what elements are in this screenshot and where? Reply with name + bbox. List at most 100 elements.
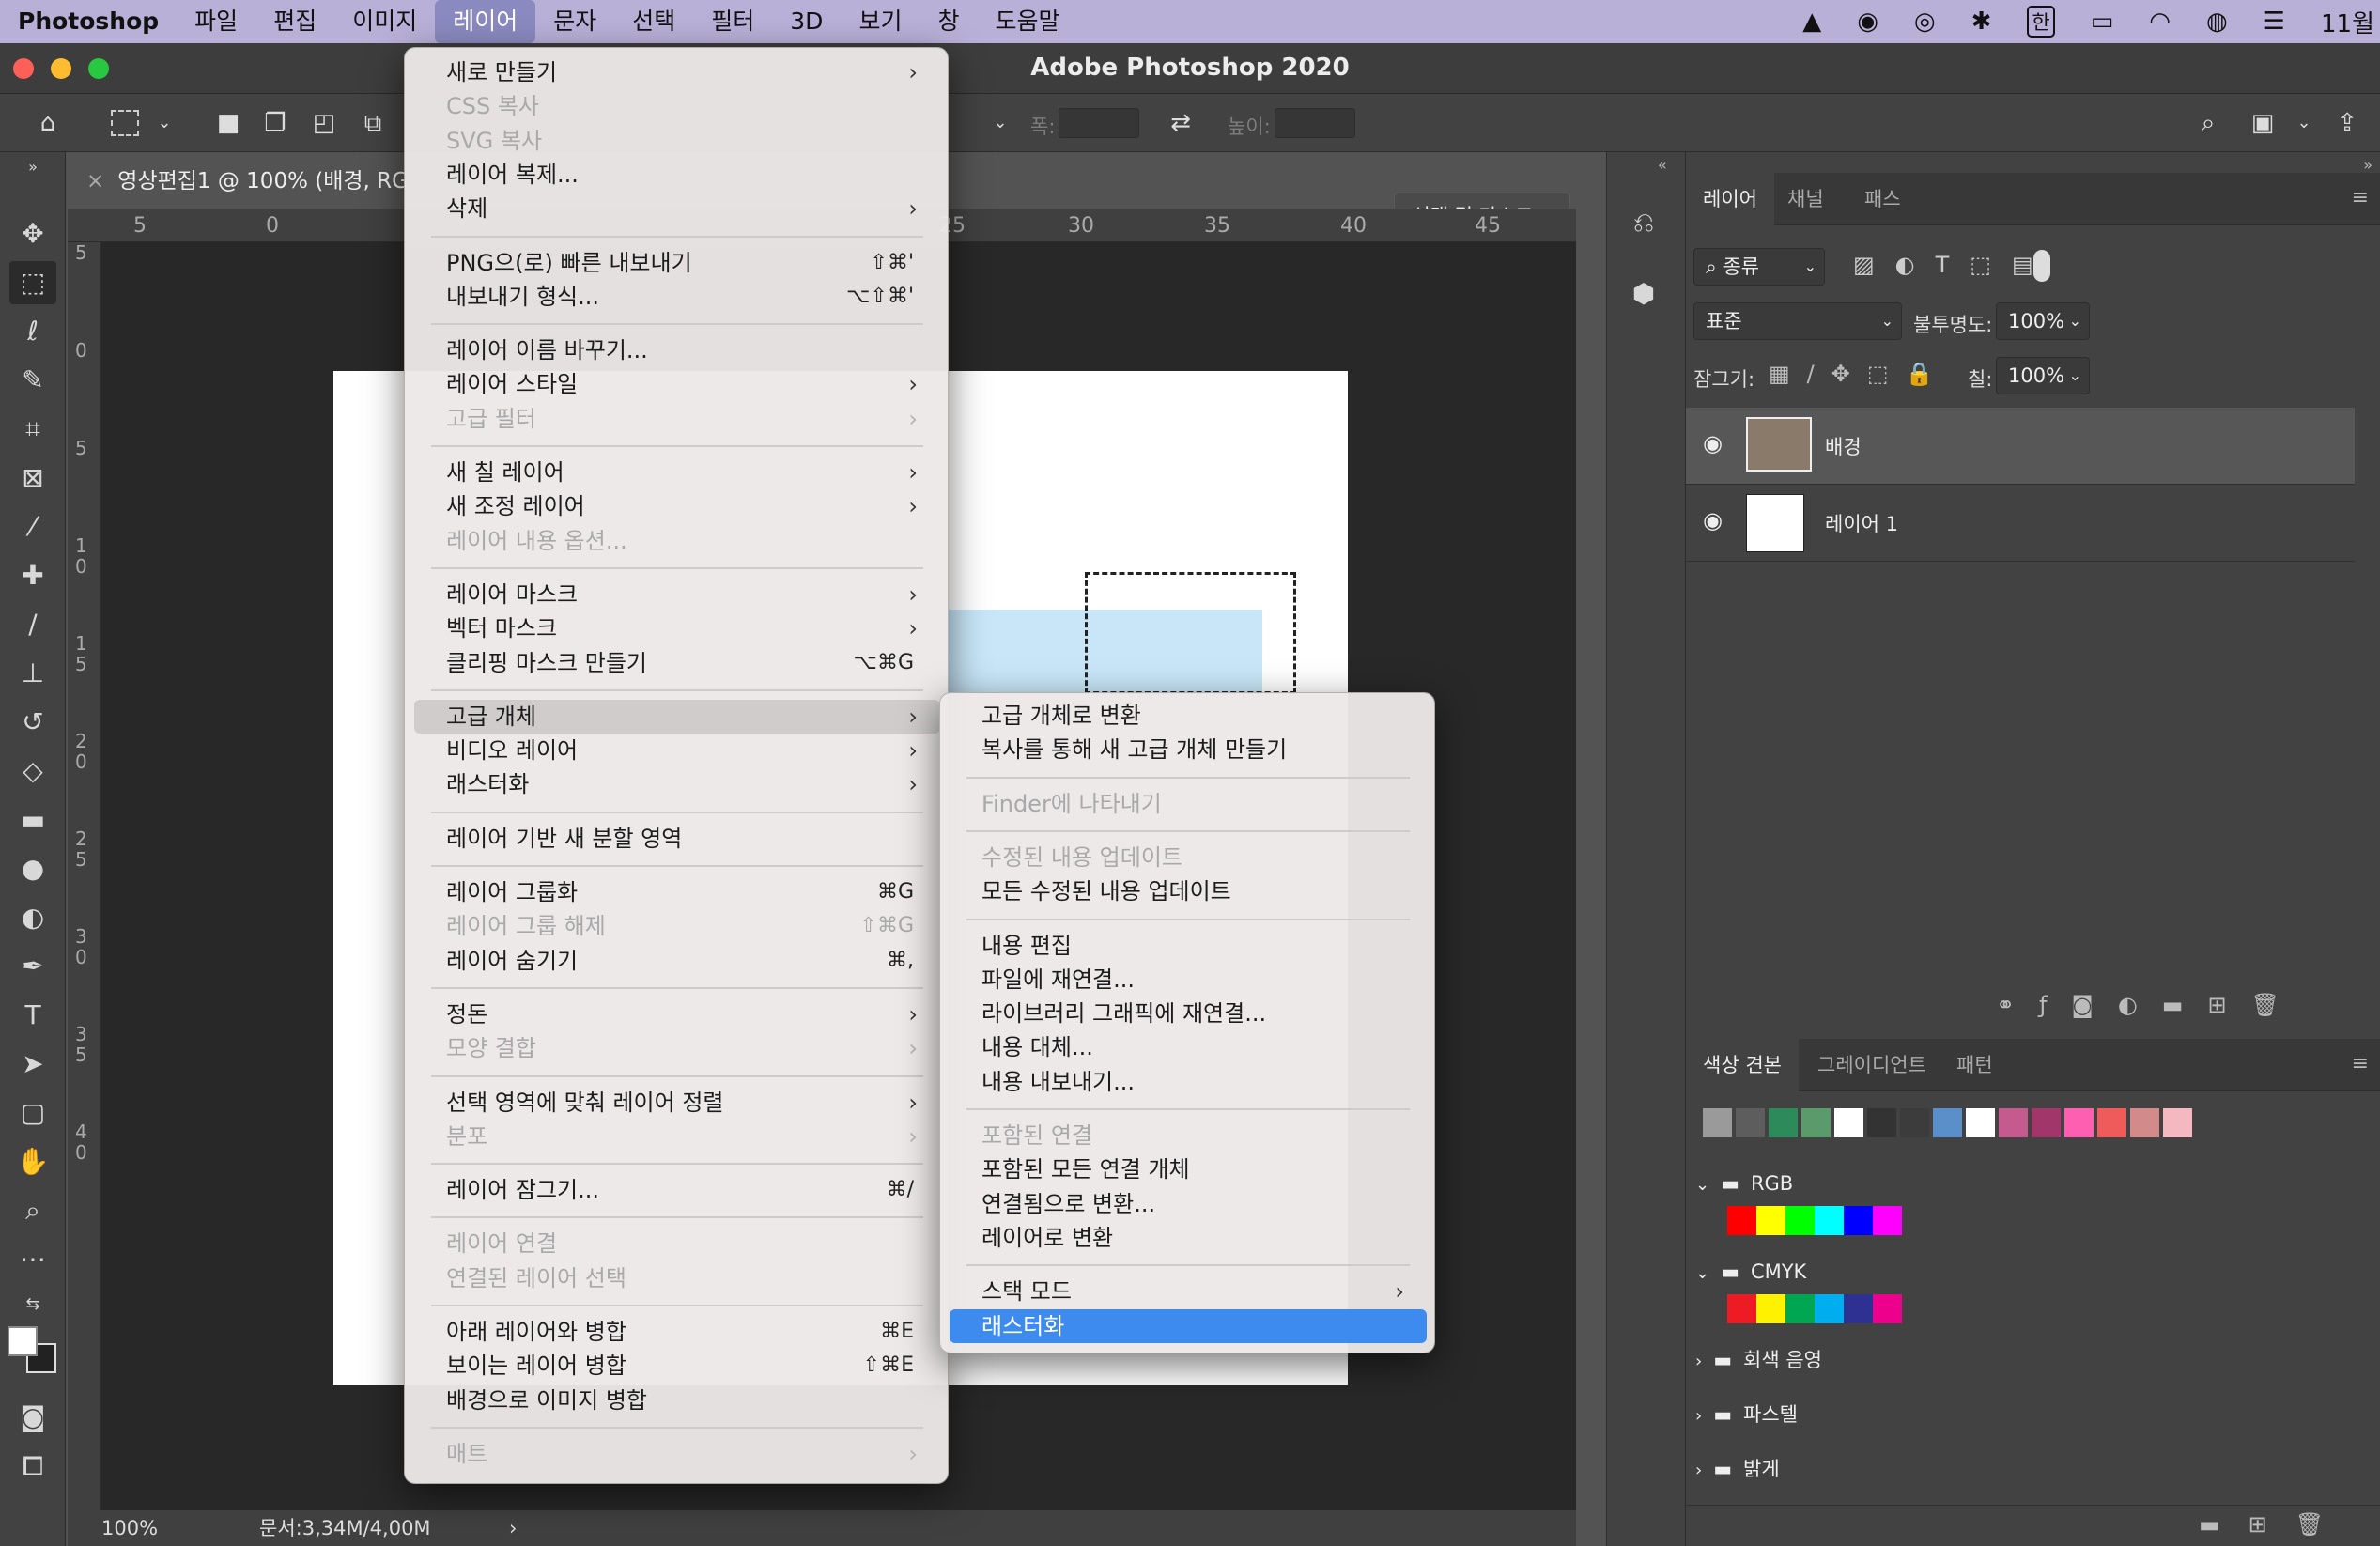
menu-item[interactable]: 새로 만들기 › <box>414 55 940 89</box>
menu-item[interactable]: 내용 내보내기... <box>950 1065 1427 1099</box>
blur-tool-icon[interactable]: ● <box>9 847 56 890</box>
control-center-icon[interactable]: ☰ <box>2264 8 2285 36</box>
menu-item[interactable]: 클리핑 마스크 만들기 ⌥⌘G <box>414 646 940 680</box>
menu-item[interactable]: 레이어 복제... <box>414 158 940 192</box>
menu-item[interactable]: 레이어 내용 옵션... <box>414 524 940 558</box>
menu-item[interactable]: 복사를 통해 새 고급 개체 만들기 <box>950 733 1427 766</box>
chevron-right-icon[interactable]: › <box>1695 1352 1702 1371</box>
color-swatch[interactable] <box>1844 1294 1873 1323</box>
user-icon[interactable]: ◍ <box>2206 8 2228 36</box>
menu-item[interactable]: 포함된 연결 <box>950 1119 1427 1152</box>
menubar-item-9[interactable]: 창 <box>920 0 977 43</box>
width-field[interactable] <box>1059 108 1139 138</box>
menu-item[interactable]: 레이어 그룹화 ⌘G <box>414 875 940 909</box>
new-selection-icon[interactable]: ■ <box>212 107 244 139</box>
zoom-tool-icon[interactable]: ⌕ <box>9 1189 56 1232</box>
color-swatch[interactable] <box>1736 1108 1765 1137</box>
color-swatch[interactable] <box>1756 1206 1785 1235</box>
color-swatch[interactable] <box>1785 1206 1815 1235</box>
chevron-right-icon[interactable]: › <box>509 1510 517 1546</box>
move-tool-icon[interactable]: ✥ <box>9 212 56 255</box>
menu-item[interactable]: 비디오 레이어 › <box>414 734 940 767</box>
eyedropper-tool-icon[interactable]: ⁄ <box>9 505 56 549</box>
opacity-field[interactable]: 100% ⌄ <box>1996 302 2090 340</box>
color-swatch[interactable] <box>1815 1294 1844 1323</box>
globe-icon[interactable]: ◉ <box>1857 8 1878 36</box>
menubar-item-10[interactable]: 도움말 <box>977 0 1077 43</box>
subtract-selection-icon[interactable]: ◰ <box>308 107 340 139</box>
menubar-item-0[interactable]: 파일 <box>177 0 255 43</box>
stamp-tool-icon[interactable]: ⊥ <box>9 652 56 695</box>
color-swatch[interactable] <box>1900 1108 1929 1137</box>
brush-tool-icon[interactable]: ∕ <box>9 603 56 646</box>
menu-item[interactable]: 새 칠 레이어 › <box>414 456 940 489</box>
menu-item[interactable]: 모든 수정된 내용 업데이트 <box>950 874 1427 908</box>
menu-item[interactable]: 정돈 › <box>414 997 940 1031</box>
workspace-chevron-icon[interactable]: ⌄ <box>2288 107 2320 139</box>
layer-filter-select[interactable]: ⌕ 종류 ⌄ <box>1693 248 1825 286</box>
height-field[interactable] <box>1275 108 1355 138</box>
menu-item[interactable]: PNG으(로) 빠른 내보내기 ⇧⌘' <box>414 246 940 280</box>
search-icon[interactable]: ⌕ <box>2192 107 2224 139</box>
eraser-tool-icon[interactable]: ◇ <box>9 750 56 793</box>
color-swatch[interactable] <box>2097 1108 2126 1137</box>
menu-item[interactable]: 래스터화 <box>950 1308 1427 1343</box>
3d-panel-icon[interactable]: ⬢ <box>1620 272 1667 316</box>
menubar-item-6[interactable]: 필터 <box>693 0 772 43</box>
color-swatch[interactable] <box>2163 1108 2192 1137</box>
crop-tool-icon[interactable]: ⌗ <box>9 408 56 451</box>
menu-item[interactable]: 매트 › <box>414 1437 940 1471</box>
color-swatch[interactable] <box>2130 1108 2159 1137</box>
swap-icon[interactable]: ⇄ <box>1165 107 1197 139</box>
menu-item[interactable]: 분포 › <box>414 1120 940 1153</box>
color-swatch[interactable] <box>2032 1108 2061 1137</box>
type-tool-icon[interactable]: T <box>9 994 56 1037</box>
color-swatch[interactable] <box>1815 1206 1844 1235</box>
color-swatch[interactable] <box>1867 1108 1896 1137</box>
color-swatch[interactable] <box>1844 1206 1873 1235</box>
path-select-tool-icon[interactable]: ➤ <box>9 1043 56 1086</box>
marquee-preset-icon[interactable] <box>111 110 139 136</box>
menu-item[interactable]: 아래 레이어와 병합 ⌘E <box>414 1315 940 1349</box>
tab-layers[interactable]: 레이어 <box>1686 173 1774 225</box>
quick-mask-icon[interactable]: ◙ <box>9 1396 56 1439</box>
layer-actions-bar[interactable]: ⚭ƒ◙◐▬⊞🗑 <box>1996 992 2304 1018</box>
color-swatch[interactable] <box>1933 1108 1962 1137</box>
menu-item[interactable]: 고급 필터 › <box>414 402 940 436</box>
menu-item[interactable]: 수정된 내용 업데이트 <box>950 841 1427 874</box>
swatch-group[interactable]: › ▬ 파스텔 <box>1695 1394 2362 1435</box>
swap-colors-icon[interactable]: ⇆ <box>9 1283 56 1326</box>
eye-icon[interactable]: ◉ <box>1703 507 1723 533</box>
collapse-panels-icon[interactable]: « <box>1658 156 1667 174</box>
lock-icons[interactable]: ▦∕✥⬚🔒 <box>1769 361 1950 387</box>
layer-row[interactable]: ◉ 배경 <box>1686 408 2355 485</box>
home-icon[interactable]: ⌂ <box>32 107 64 139</box>
chevron-down-icon[interactable]: ⌄ <box>1695 1175 1709 1195</box>
swatch-group[interactable]: ⌄ ▬ CMYK <box>1695 1251 2362 1292</box>
tab-gradients[interactable]: 그레이디언트 <box>1800 1039 1943 1091</box>
wifi-icon[interactable]: ◠ <box>2149 8 2171 36</box>
menu-item[interactable]: 레이어 잠그기... ⌘/ <box>414 1173 940 1207</box>
quick-select-tool-icon[interactable]: ✎ <box>9 359 56 402</box>
menu-item[interactable]: 포함된 모든 연결 개체 <box>950 1152 1427 1186</box>
history-panel-icon[interactable]: ⎌ <box>1620 201 1667 244</box>
chevron-down-icon[interactable]: ⌄ <box>148 107 180 139</box>
menu-item[interactable]: 새 조정 레이어 › <box>414 489 940 523</box>
chevron-right-icon[interactable]: › <box>1695 1406 1702 1426</box>
screen-mode-icon[interactable]: ⧠ <box>9 1445 56 1488</box>
shape-tool-icon[interactable]: ▢ <box>9 1091 56 1135</box>
workspace-icon[interactable]: ▣ <box>2247 107 2279 139</box>
menu-item[interactable]: 연결된 레이어 선택 <box>414 1261 940 1295</box>
fill-field[interactable]: 100% ⌄ <box>1996 357 2090 394</box>
menu-item[interactable]: 레이어로 변환 <box>950 1221 1427 1255</box>
chevron-down-icon[interactable]: ⌄ <box>1695 1263 1709 1283</box>
color-swatch[interactable] <box>1834 1108 1863 1137</box>
document-tab[interactable]: × 영상편집1 @ 100% (배경, RGB <box>68 158 406 205</box>
color-swatch[interactable] <box>1966 1108 1995 1137</box>
chevron-right-icon[interactable]: › <box>1695 1461 1702 1480</box>
menu-item[interactable]: 고급 개체로 변환 <box>950 699 1427 733</box>
tab-swatches[interactable]: 색상 견본 <box>1686 1039 1799 1091</box>
menu-item[interactable]: 파일에 재연결... <box>950 963 1427 997</box>
color-swatch[interactable] <box>1999 1108 2028 1137</box>
clock[interactable]: 11월 <box>2321 5 2374 39</box>
